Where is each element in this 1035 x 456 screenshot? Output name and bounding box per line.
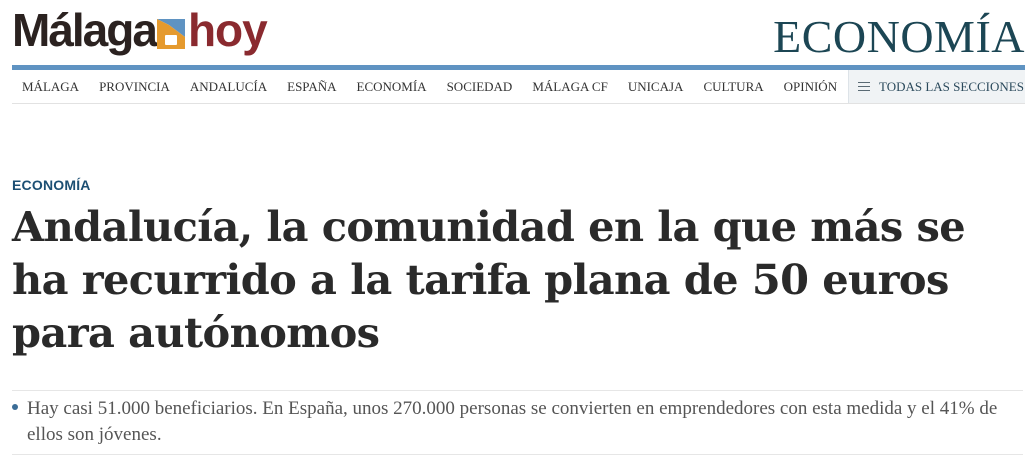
- subhead-bottom-divider: [12, 454, 1023, 455]
- logo-mark-icon: [156, 11, 187, 51]
- article-kicker[interactable]: ECONOMÍA: [12, 177, 91, 193]
- article-subheadline: Hay casi 51.000 beneficiarios. En España…: [12, 396, 1017, 448]
- nav-item-espana[interactable]: ESPAÑA: [287, 79, 336, 95]
- nav-item-provincia[interactable]: PROVINCIA: [99, 79, 170, 95]
- main-nav: MÁLAGA PROVINCIA ANDALUCÍA ESPAÑA ECONOM…: [12, 70, 1025, 104]
- nav-item-sociedad[interactable]: SOCIEDAD: [447, 79, 513, 95]
- nav-item-malaga-cf[interactable]: MÁLAGA CF: [532, 79, 608, 95]
- subheadline-text: Hay casi 51.000 beneficiarios. En España…: [27, 398, 998, 445]
- site-logo[interactable]: Málaga hoy: [12, 4, 268, 56]
- nav-item-andalucia[interactable]: ANDALUCÍA: [190, 79, 267, 95]
- nav-item-cultura[interactable]: CULTURA: [703, 79, 763, 95]
- all-sections-label: TODAS LAS SECCIONES: [879, 78, 1024, 94]
- nav-item-unicaja[interactable]: UNICAJA: [628, 79, 684, 95]
- subhead-top-divider: [12, 390, 1023, 391]
- section-title[interactable]: ECONOMÍA: [773, 9, 1025, 65]
- nav-item-opinion[interactable]: OPINIÓN: [784, 79, 837, 95]
- nav-item-economia[interactable]: ECONOMÍA: [357, 79, 427, 95]
- logo-text-malaga: Málaga: [12, 4, 158, 56]
- nav-item-malaga[interactable]: MÁLAGA: [22, 79, 79, 95]
- menu-icon: [858, 82, 870, 91]
- bullet-icon: [12, 404, 18, 410]
- all-sections-button[interactable]: TODAS LAS SECCIONES: [848, 70, 1025, 103]
- article-headline: Andalucía, la comunidad en la que más se…: [12, 202, 966, 357]
- masthead: Málaga hoy ECONOMÍA: [12, 0, 1025, 65]
- logo-text-hoy: hoy: [187, 4, 268, 56]
